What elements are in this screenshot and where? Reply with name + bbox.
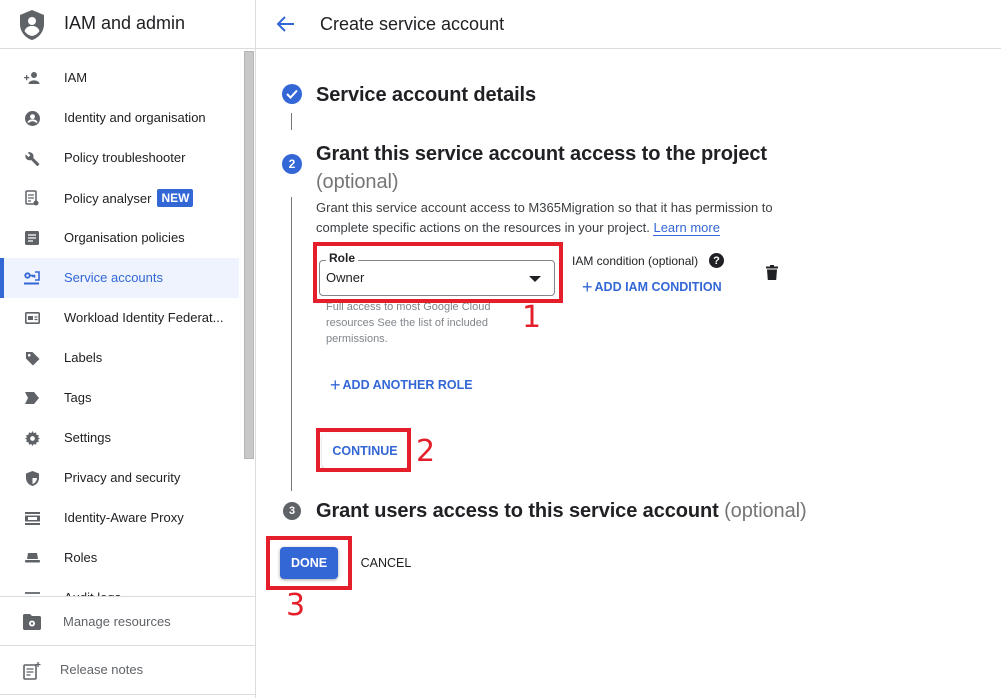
sidebar-item-settings[interactable]: Settings bbox=[0, 418, 244, 458]
label-tag-icon bbox=[24, 350, 40, 366]
manage-resources-link[interactable]: Manage resources bbox=[0, 596, 255, 645]
step-3-title-text: Grant users access to this service accou… bbox=[316, 500, 719, 522]
step-3-optional: (optional) bbox=[724, 500, 807, 522]
stepper-connector bbox=[291, 197, 292, 491]
id-card-icon bbox=[24, 310, 40, 326]
sidebar-header: IAM and admin bbox=[0, 0, 255, 49]
annotation-number-2: 2 bbox=[416, 434, 436, 469]
stepper-connector bbox=[291, 113, 292, 130]
wrench-icon bbox=[24, 150, 40, 166]
sidebar-item-label: Policy analyser NEW bbox=[64, 189, 194, 208]
sidebar-item-organisation-policies[interactable]: Organisation policies bbox=[0, 218, 244, 258]
sidebar-item-policy-analyser[interactable]: Policy analyser NEW bbox=[0, 178, 244, 218]
proxy-icon bbox=[24, 510, 40, 526]
gear-icon bbox=[24, 430, 40, 446]
plus-icon: + bbox=[330, 375, 341, 395]
annotation-number-3: 3 bbox=[286, 588, 306, 623]
sidebar-item-label: Roles bbox=[64, 550, 98, 565]
shield-person-icon bbox=[20, 10, 44, 40]
plus-icon: + bbox=[582, 277, 593, 297]
sidebar-item-label: Workload Identity Federat... bbox=[64, 310, 224, 325]
sidebar-item-label: Service accounts bbox=[64, 270, 163, 285]
page-title: Create service account bbox=[320, 14, 505, 34]
release-notes-link[interactable]: Release notes bbox=[0, 645, 255, 695]
add-iam-condition-button[interactable]: + ADD IAM CONDITION bbox=[582, 275, 722, 297]
step-3-title[interactable]: Grant users access to this service accou… bbox=[316, 500, 807, 523]
sidebar-item-label: Organisation policies bbox=[64, 230, 185, 245]
step-2-optional: (optional) bbox=[316, 171, 399, 193]
manage-resources-label: Manage resources bbox=[63, 614, 171, 629]
folder-settings-icon bbox=[23, 614, 41, 630]
hat-icon bbox=[24, 550, 40, 566]
add-iam-condition-label: ADD IAM CONDITION bbox=[594, 280, 722, 294]
role-help-text: Full access to most Google Cloud resourc… bbox=[326, 301, 491, 345]
sidebar-item-labels[interactable]: Labels bbox=[0, 338, 244, 378]
sidebar-item-roles[interactable]: Roles bbox=[0, 538, 244, 578]
add-another-role-label: ADD ANOTHER ROLE bbox=[342, 378, 473, 392]
sidebar-item-identity-aware-proxy[interactable]: Identity-Aware Proxy bbox=[0, 498, 244, 538]
trash-icon[interactable] bbox=[766, 265, 778, 280]
sidebar-item-label: Identity-Aware Proxy bbox=[64, 510, 184, 525]
sidebar-item-policy-troubleshooter[interactable]: Policy troubleshooter bbox=[0, 138, 244, 178]
step-completed-check-icon bbox=[282, 84, 302, 104]
step-2-title-text: Grant this service account access to the… bbox=[316, 143, 767, 165]
help-icon[interactable]: ? bbox=[709, 253, 724, 268]
sidebar-item-label: Identity and organisation bbox=[64, 110, 206, 125]
sidebar-item-label: IAM bbox=[64, 70, 88, 85]
tag-arrow-icon bbox=[24, 390, 40, 406]
sidebar-item-service-accounts[interactable]: Service accounts bbox=[0, 258, 239, 298]
sidebar-item-label: Labels bbox=[64, 350, 103, 365]
release-notes-icon bbox=[23, 662, 41, 680]
step-3-number-icon: 3 bbox=[283, 502, 301, 520]
iam-condition-label: IAM condition (optional) bbox=[572, 254, 699, 268]
policy-analyser-icon bbox=[24, 190, 40, 206]
security-shield-icon bbox=[24, 470, 40, 486]
release-notes-label: Release notes bbox=[60, 662, 144, 677]
main-content: Create service account Service account d… bbox=[256, 0, 1001, 698]
sidebar-item-tags[interactable]: Tags bbox=[0, 378, 244, 418]
sidebar-item-label: Settings bbox=[64, 430, 111, 445]
add-another-role-button[interactable]: + ADD ANOTHER ROLE bbox=[330, 373, 473, 395]
sidebar-item-text: Policy analyser bbox=[64, 191, 152, 206]
step-2-description: Grant this service account access to M36… bbox=[316, 198, 786, 238]
sidebar-item-label: Tags bbox=[64, 390, 92, 405]
page-header: Create service account bbox=[256, 0, 1001, 49]
sidebar-scrollbar[interactable] bbox=[244, 51, 254, 459]
article-icon bbox=[24, 230, 40, 246]
person-add-icon bbox=[24, 70, 40, 86]
learn-more-link[interactable]: Learn more bbox=[653, 220, 720, 236]
step-2-number-icon: 2 bbox=[282, 154, 302, 174]
sidebar-item-label: Privacy and security bbox=[64, 470, 181, 485]
sidebar-item-label: Policy troubleshooter bbox=[64, 150, 186, 165]
product-title: IAM and admin bbox=[64, 13, 186, 33]
annotation-box-role bbox=[313, 242, 563, 303]
sidebar-item-iam[interactable]: IAM bbox=[0, 58, 244, 98]
service-account-key-icon bbox=[24, 270, 40, 286]
arrow-back-icon[interactable] bbox=[274, 13, 296, 35]
account-circle-icon bbox=[24, 110, 40, 126]
sidebar-item-identity-organisation[interactable]: Identity and organisation bbox=[0, 98, 244, 138]
annotation-box-done bbox=[266, 536, 352, 590]
sidebar-item-privacy-security[interactable]: Privacy and security bbox=[0, 458, 244, 498]
step-1-title[interactable]: Service account details bbox=[316, 84, 536, 107]
cancel-button[interactable]: CANCEL bbox=[352, 547, 420, 579]
step-2-title: Grant this service account access to the… bbox=[316, 140, 767, 196]
new-badge: NEW bbox=[157, 189, 194, 207]
annotation-box-continue bbox=[316, 428, 411, 472]
sidebar-item-audit-logs[interactable]: Audit logs bbox=[0, 578, 244, 596]
sidebar-item-workload-identity-federation[interactable]: Workload Identity Federat... bbox=[0, 298, 244, 338]
annotation-number-1: 1 bbox=[522, 300, 542, 335]
sidebar-nav: IAM Identity and organisation Policy tro… bbox=[0, 58, 244, 596]
sidebar: IAM and admin IAM Identity and organisat… bbox=[0, 0, 256, 698]
